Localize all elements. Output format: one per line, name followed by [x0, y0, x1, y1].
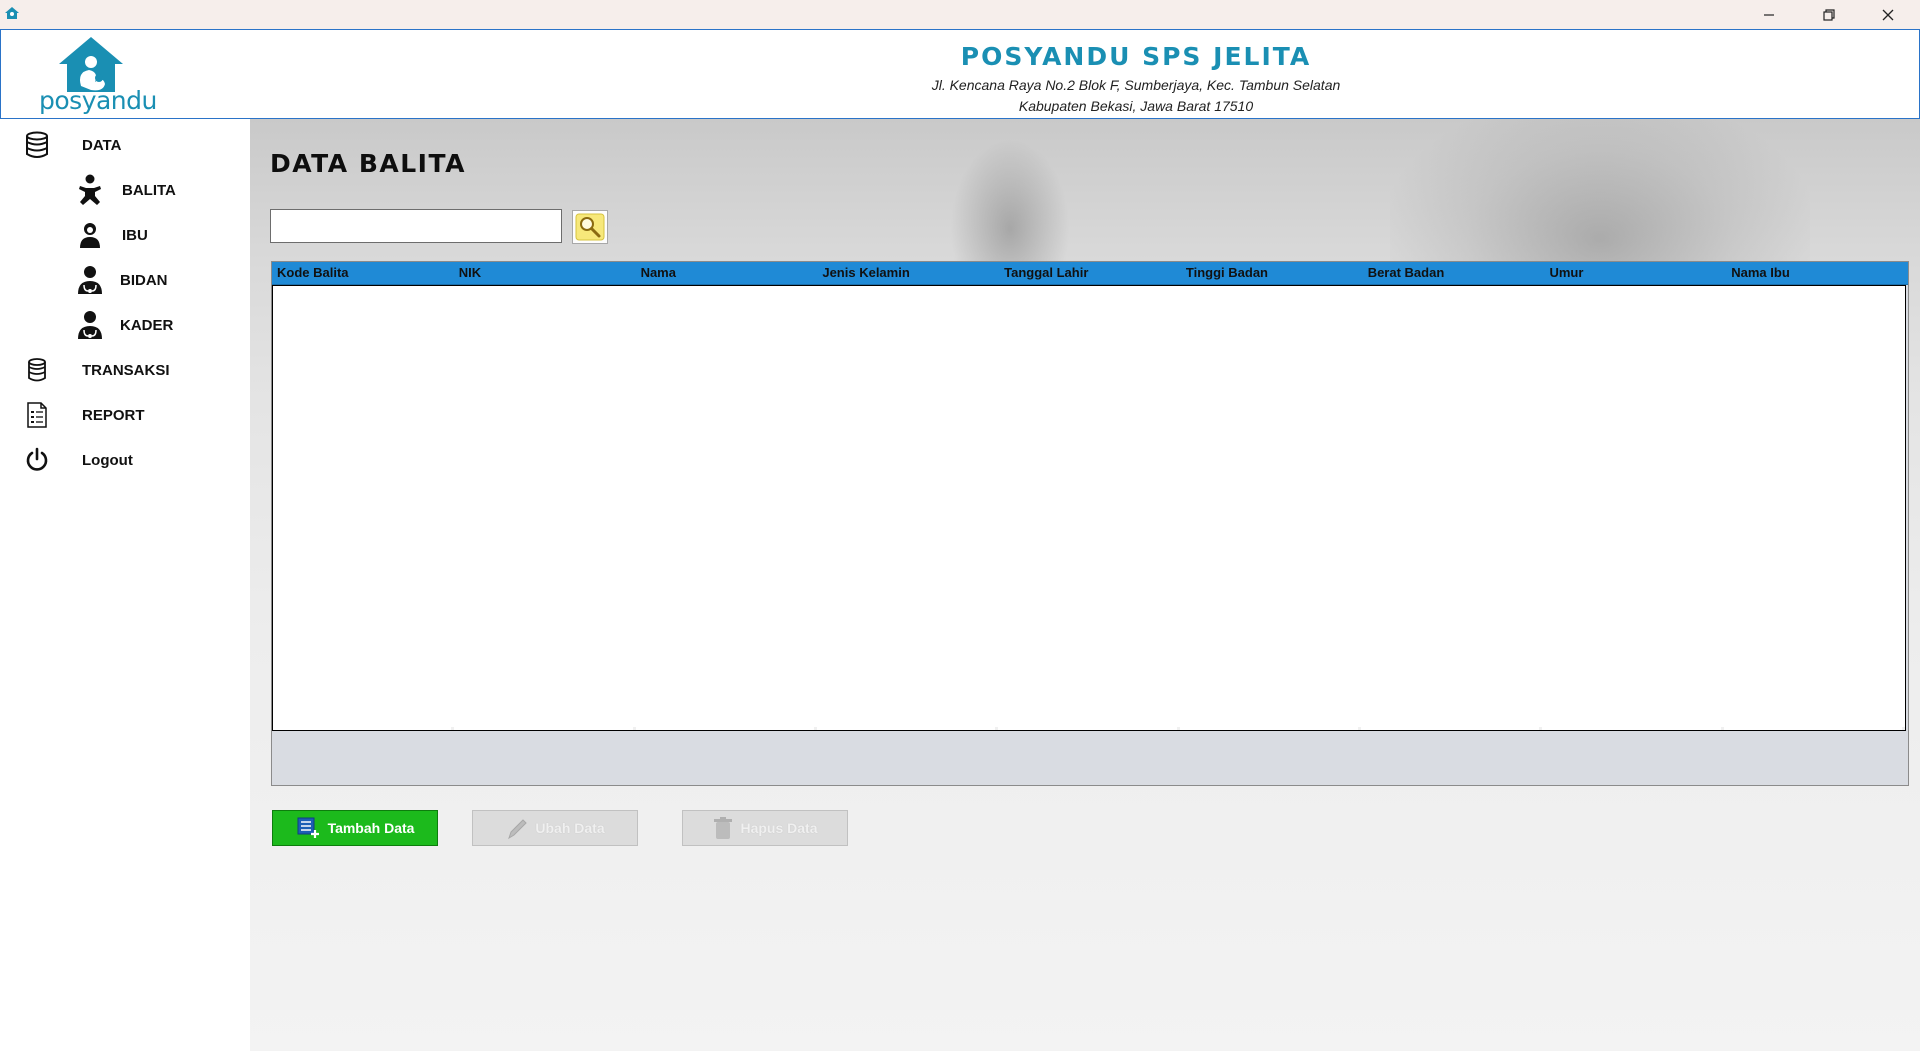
add-data-label: Tambah Data: [327, 820, 415, 836]
address-line-1: Jl. Kencana Raya No.2 Blok F, Sumberjaya…: [931, 77, 1341, 93]
cadre-icon: [75, 310, 105, 340]
search-icon: [575, 213, 605, 241]
minimize-icon: [1764, 13, 1774, 16]
sidebar-item-label: DATA: [82, 136, 122, 154]
sidebar-item-ibu[interactable]: IBU: [75, 220, 148, 250]
sidebar-item-label: BIDAN: [120, 271, 168, 289]
search-button[interactable]: [572, 210, 608, 244]
add-list-icon: [297, 817, 319, 838]
pencil-icon: [508, 819, 528, 840]
search-input[interactable]: [270, 209, 562, 243]
midwife-icon: [75, 265, 105, 295]
app-icon: [5, 7, 19, 19]
add-data-button[interactable]: Tambah Data: [272, 810, 438, 846]
sidebar-item-label: TRANSAKSI: [82, 361, 170, 379]
column-header-nama-ibu[interactable]: Nama Ibu: [1726, 262, 1908, 284]
app-header: posyandu POSYANDU SPS JELITA Jl. Kencana…: [0, 29, 1920, 119]
sidebar-item-label: IBU: [122, 226, 148, 244]
sidebar-item-logout[interactable]: Logout: [22, 445, 133, 475]
close-icon: [1882, 9, 1894, 20]
edit-data-button[interactable]: Ubah Data: [472, 810, 638, 846]
column-header-umur[interactable]: Umur: [1544, 262, 1726, 284]
delete-data-button[interactable]: Hapus Data: [682, 810, 848, 846]
column-dividers: [273, 727, 1905, 731]
edit-data-label: Ubah Data: [535, 820, 605, 836]
sidebar-item-label: BALITA: [122, 181, 176, 199]
sidebar-item-transaksi[interactable]: TRANSAKSI: [22, 355, 170, 385]
column-header-tinggi-badan[interactable]: Tinggi Badan: [1181, 262, 1363, 284]
mother-icon: [75, 220, 105, 250]
sidebar-item-balita[interactable]: BALITA: [75, 174, 176, 205]
column-header-nik[interactable]: NIK: [454, 262, 636, 284]
baby-icon: [75, 174, 105, 205]
column-header-jenis-kelamin[interactable]: Jenis Kelamin: [817, 262, 999, 284]
minimize-button[interactable]: [1741, 0, 1797, 29]
logo-text: posyandu: [39, 86, 157, 115]
restore-button[interactable]: [1801, 0, 1857, 29]
sidebar-item-report[interactable]: REPORT: [22, 400, 145, 430]
power-icon: [22, 445, 52, 475]
column-header-nama[interactable]: Nama: [636, 262, 818, 284]
database-icon: [22, 130, 52, 160]
page-title: DATA BALITA: [270, 149, 466, 178]
sidebar-item-label: Logout: [82, 451, 133, 469]
report-icon: [22, 400, 52, 430]
table-header: Kode Balita NIK Nama Jenis Kelamin Tangg…: [272, 262, 1908, 285]
delete-data-label: Hapus Data: [740, 820, 818, 836]
column-header-berat-badan[interactable]: Berat Badan: [1363, 262, 1545, 284]
column-header-tanggal-lahir[interactable]: Tanggal Lahir: [999, 262, 1181, 284]
sidebar-item-data[interactable]: DATA: [22, 130, 121, 160]
trash-icon: [714, 817, 733, 839]
column-header-kode-balita[interactable]: Kode Balita: [272, 262, 454, 284]
transaction-icon: [22, 355, 52, 385]
organization-name: POSYANDU SPS JELITA: [960, 42, 1312, 71]
window-titlebar: [0, 0, 1920, 30]
main-content: DATA BALITA Kode Balita NIK Nama Jenis K…: [250, 119, 1920, 1051]
sidebar-item-label: KADER: [120, 316, 174, 334]
restore-icon: [1823, 8, 1835, 21]
sidebar: DATA BALITA IBU BIDAN KADER TRANSAKSI RE…: [0, 119, 250, 1051]
data-table: Kode Balita NIK Nama Jenis Kelamin Tangg…: [271, 261, 1909, 786]
close-button[interactable]: [1860, 0, 1916, 29]
sidebar-item-label: REPORT: [82, 406, 145, 424]
sidebar-item-kader[interactable]: KADER: [75, 310, 173, 340]
sidebar-item-bidan[interactable]: BIDAN: [75, 265, 168, 295]
address-line-2: Kabupaten Bekasi, Jawa Barat 17510: [1018, 98, 1254, 114]
table-body[interactable]: [272, 285, 1906, 731]
